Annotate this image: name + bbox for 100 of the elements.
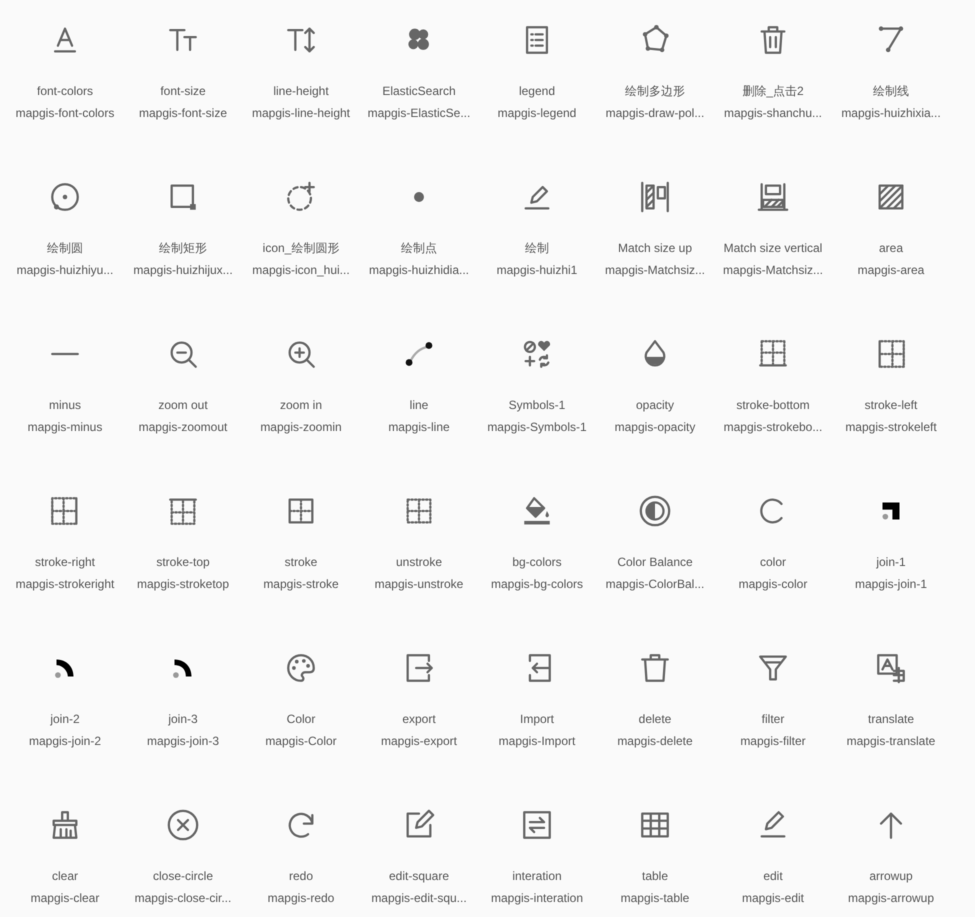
class-name: mapgis-huizhi1 [496, 262, 578, 279]
circle-icon [48, 180, 82, 214]
minus-icon [51, 352, 79, 356]
icon-label: zoom out [158, 397, 208, 414]
class-name: mapgis-join-1 [854, 576, 928, 593]
class-name: mapgis-translate [846, 733, 936, 750]
icon-label: font-size [160, 83, 206, 100]
class-name: mapgis-join-2 [28, 733, 102, 750]
class-name: mapgis-strokeleft [845, 419, 937, 436]
match-size-vertical-icon [756, 180, 790, 214]
class-name: mapgis-interation [490, 890, 584, 907]
class-name: mapgis-opacity [614, 419, 696, 436]
match-size-icon [638, 180, 672, 214]
dashed-circle-icon [284, 180, 318, 214]
class-name: mapgis-ElasticSe... [368, 105, 470, 122]
class-name: mapgis-legend [498, 105, 576, 122]
class-name: mapgis-color [738, 576, 808, 593]
icon-label: bg-colors [512, 554, 562, 571]
class-name: mapgis-export [380, 733, 458, 750]
icon-label: clear [52, 868, 78, 885]
palette-icon [284, 651, 318, 685]
class-name: mapgis-zoomout [138, 419, 228, 436]
class-name: mapgis-Matchsiz... [604, 262, 706, 279]
icon-label: stroke-bottom [736, 397, 810, 414]
class-name: mapgis-edit-squ... [371, 890, 467, 907]
icon-label: arrowup [869, 868, 913, 885]
icon-label: join-3 [168, 711, 198, 728]
icon-label: legend [518, 83, 556, 100]
class-name: mapgis-line [388, 419, 450, 436]
trash-icon [638, 651, 672, 685]
icon-label: edit [763, 868, 783, 885]
icon-label: stroke-right [34, 554, 96, 571]
class-name: mapgis-stroke [263, 576, 339, 593]
icon-label: color [760, 554, 786, 571]
icon-label: interation [512, 868, 562, 885]
icon-label: join-1 [876, 554, 906, 571]
class-name: mapgis-huizhiyu... [16, 262, 114, 279]
icon-label: unstroke [396, 554, 442, 571]
icon-label: 绘制线 [873, 83, 909, 100]
half-circle-icon [638, 494, 672, 528]
icon-label: Color Balance [617, 554, 693, 571]
class-name: mapgis-Color [265, 733, 337, 750]
icon-label: 绘制矩形 [159, 240, 207, 257]
swap-icon [520, 808, 554, 842]
class-name: mapgis-area [858, 262, 924, 279]
icon-label: Color [286, 711, 316, 728]
icon-label: Symbols-1 [508, 397, 566, 414]
icon-label: ElasticSearch [382, 83, 456, 100]
class-name: mapgis-Symbols-1 [487, 419, 587, 436]
icon-label: Match size up [618, 240, 692, 257]
class-name: mapgis-huizhixia... [841, 105, 941, 122]
class-name: mapgis-join-3 [146, 733, 220, 750]
icon-label: opacity [636, 397, 674, 414]
icon-label: Match size vertical [724, 240, 822, 257]
class-name: mapgis-ColorBal... [606, 576, 704, 593]
class-name: mapgis-minus [28, 419, 102, 436]
class-name: mapgis-redo [268, 890, 334, 907]
icon-label: 删除_点击2 [742, 83, 804, 100]
icon-label: redo [288, 868, 314, 885]
icon-label: stroke-top [156, 554, 210, 571]
translate-icon [874, 651, 908, 685]
icon-label: zoom in [280, 397, 322, 414]
class-name: mapgis-filter [740, 733, 806, 750]
class-name: mapgis-table [620, 890, 690, 907]
class-name: mapgis-huizhidia... [368, 262, 470, 279]
icon-label: join-2 [50, 711, 80, 728]
class-name: mapgis-bg-colors [490, 576, 584, 593]
class-name: mapgis-huizhijux... [133, 262, 233, 279]
icon-label: export [402, 711, 436, 728]
icon-label: 绘制 [525, 240, 549, 257]
class-name: mapgis-icon_hui... [252, 262, 350, 279]
icon-label: line-height [273, 83, 329, 100]
icon-label: translate [868, 711, 914, 728]
class-name: mapgis-strokeright [16, 576, 114, 593]
class-name: mapgis-clear [30, 890, 100, 907]
icon-label: line [410, 397, 428, 414]
class-name: mapgis-strokebo... [724, 419, 822, 436]
class-name: mapgis-font-size [138, 105, 228, 122]
icon-label: edit-square [388, 868, 450, 885]
class-name: mapgis-Import [498, 733, 576, 750]
icon-label: table [642, 868, 668, 885]
class-name: mapgis-delete [617, 733, 693, 750]
class-name: mapgis-shanchu... [724, 105, 822, 122]
close-icon [166, 808, 200, 842]
icon-label: font-colors [36, 83, 94, 100]
class-name: mapgis-draw-pol... [606, 105, 704, 122]
icon-label: stroke [284, 554, 318, 571]
class-name: mapgis-zoomin [260, 419, 342, 436]
class-name: mapgis-stroketop [136, 576, 230, 593]
icon-label: 绘制点 [401, 240, 437, 257]
icon-label: stroke-left [864, 397, 918, 414]
icon-label: area [878, 240, 904, 257]
class-name: mapgis-unstroke [374, 576, 464, 593]
icon-label: close-circle [152, 868, 213, 885]
icon-label: filter [762, 711, 784, 728]
dot-icon [414, 192, 424, 202]
class-name: mapgis-font-colors [16, 105, 114, 122]
class-name: mapgis-edit [742, 890, 804, 907]
icon-label: 绘制多边形 [625, 83, 685, 100]
class-name: mapgis-line-height [252, 105, 350, 122]
